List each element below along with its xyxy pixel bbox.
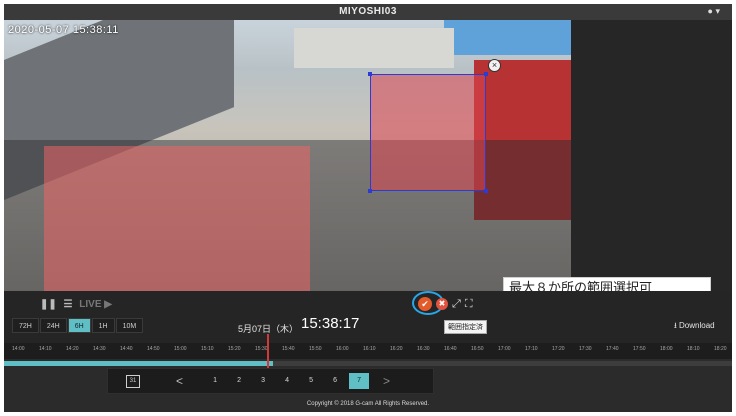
calendar-icon[interactable]: 31	[126, 374, 140, 388]
top-bar: MIYOSHI03 ● ▾	[4, 4, 732, 20]
page-button[interactable]: 4	[277, 373, 297, 389]
timeline[interactable]: 14:00 14:10 14:20 14:30 14:40 14:50 15:00 15:10…	[4, 343, 732, 359]
timeline-tick: 16:00	[336, 346, 349, 352]
timeline-tick: 18:00	[660, 346, 673, 352]
page-list: 1234567	[205, 373, 370, 389]
camera-title: MIYOSHI03	[339, 6, 397, 17]
timeline-tick: 18:20	[714, 346, 727, 352]
page-button[interactable]: 6	[325, 373, 345, 389]
current-time: 15:38:17	[301, 315, 360, 332]
zone-tools: ✔ ✖ ⤢ ⛶	[418, 295, 473, 313]
range-6h-button[interactable]: 6H	[67, 318, 91, 333]
timeline-tick: 14:40	[120, 346, 133, 352]
background-buildings	[294, 28, 454, 68]
timeline-tick: 18:10	[687, 346, 700, 352]
menu-icon[interactable]: ☰	[64, 299, 73, 310]
timeline-tick: 15:00	[174, 346, 187, 352]
fullscreen-icon[interactable]: ⛶	[465, 298, 473, 311]
control-bar: ❚❚ ☰ LIVE ▶ 72H 24H 6H 1H 10M 5月07日（木） 1…	[4, 291, 732, 343]
user-menu[interactable]: ● ▾	[708, 6, 720, 17]
zone-handle-bottom-left[interactable]	[368, 189, 372, 193]
detection-zone-1[interactable]	[44, 146, 310, 291]
page-button[interactable]: 2	[229, 373, 249, 389]
playback-progress[interactable]	[4, 361, 732, 366]
timeline-tick: 14:00	[12, 346, 25, 352]
zone-handle-top-right[interactable]	[484, 72, 488, 76]
page-button[interactable]: 3	[253, 373, 273, 389]
page-button[interactable]: 1	[205, 373, 225, 389]
timeline-tick: 14:30	[93, 346, 106, 352]
range-10m-button[interactable]: 10M	[115, 318, 144, 333]
timeline-tick: 16:30	[417, 346, 430, 352]
timeline-ticks: 14:00 14:10 14:20 14:30 14:40 14:50 15:00 15:10…	[12, 346, 732, 352]
timeline-tick: 17:00	[498, 346, 511, 352]
timeline-tick: 14:50	[147, 346, 160, 352]
zone-close-icon[interactable]: ×	[488, 59, 501, 72]
zone-handle-top-left[interactable]	[368, 72, 372, 76]
detection-zone-2[interactable]	[368, 72, 488, 193]
timeline-tick: 16:50	[471, 346, 484, 352]
timeline-tick: 15:10	[201, 346, 214, 352]
pagination: 31 < 1234567 >	[107, 368, 434, 394]
footer: Copyright © 2018 G-cam All Rights Reserv…	[4, 396, 732, 412]
time-range-buttons: 72H 24H 6H 1H 10M	[12, 318, 144, 333]
timeline-tick: 17:40	[606, 346, 619, 352]
user-icon: ●	[707, 6, 713, 16]
page-button[interactable]: 7	[349, 373, 370, 389]
live-button[interactable]: LIVE ▶	[79, 299, 112, 310]
prev-page-icon[interactable]: <	[176, 374, 183, 388]
download-button[interactable]: ⭳ Download	[674, 320, 715, 334]
timeline-tick: 16:20	[390, 346, 403, 352]
timeline-tick: 15:50	[309, 346, 322, 352]
sky-area	[444, 20, 571, 55]
delete-zone-icon[interactable]: ✖	[436, 298, 448, 310]
range-1h-button[interactable]: 1H	[91, 318, 115, 333]
timeline-tick: 14:20	[66, 346, 79, 352]
zone-tooltip: 範囲指定済	[444, 320, 487, 334]
timeline-cursor[interactable]	[267, 334, 269, 369]
timeline-tick: 16:10	[363, 346, 376, 352]
timeline-tick: 17:50	[633, 346, 646, 352]
page-button[interactable]: 5	[301, 373, 321, 389]
right-panel	[571, 20, 732, 291]
timeline-tick: 17:30	[579, 346, 592, 352]
range-72h-button[interactable]: 72H	[12, 318, 39, 333]
pause-icon[interactable]: ❚❚	[40, 299, 57, 310]
range-24h-button[interactable]: 24H	[39, 318, 67, 333]
camera-view[interactable]: 2020-05-07 15:38:11 ×	[4, 20, 571, 291]
video-timestamp: 2020-05-07 15:38:11	[8, 24, 119, 36]
timeline-tick: 15:20	[228, 346, 241, 352]
timeline-tick: 16:40	[444, 346, 457, 352]
chevron-down-icon: ▾	[715, 6, 720, 16]
timeline-tick: 17:10	[525, 346, 538, 352]
app-frame: MIYOSHI03 ● ▾ 2020-05-07 15:38:11 × 最大８か…	[4, 4, 732, 412]
progress-fill	[4, 361, 274, 366]
confirm-zone-icon[interactable]: ✔	[418, 297, 432, 311]
timeline-tick: 17:20	[552, 346, 565, 352]
zone-handle-bottom-right[interactable]	[484, 189, 488, 193]
shrink-icon[interactable]: ⤢	[452, 298, 461, 311]
live-controls: ❚❚ ☰ LIVE ▶	[40, 299, 112, 310]
timeline-tick: 14:10	[39, 346, 52, 352]
next-page-icon[interactable]: >	[383, 374, 390, 388]
timeline-tick: 15:40	[282, 346, 295, 352]
